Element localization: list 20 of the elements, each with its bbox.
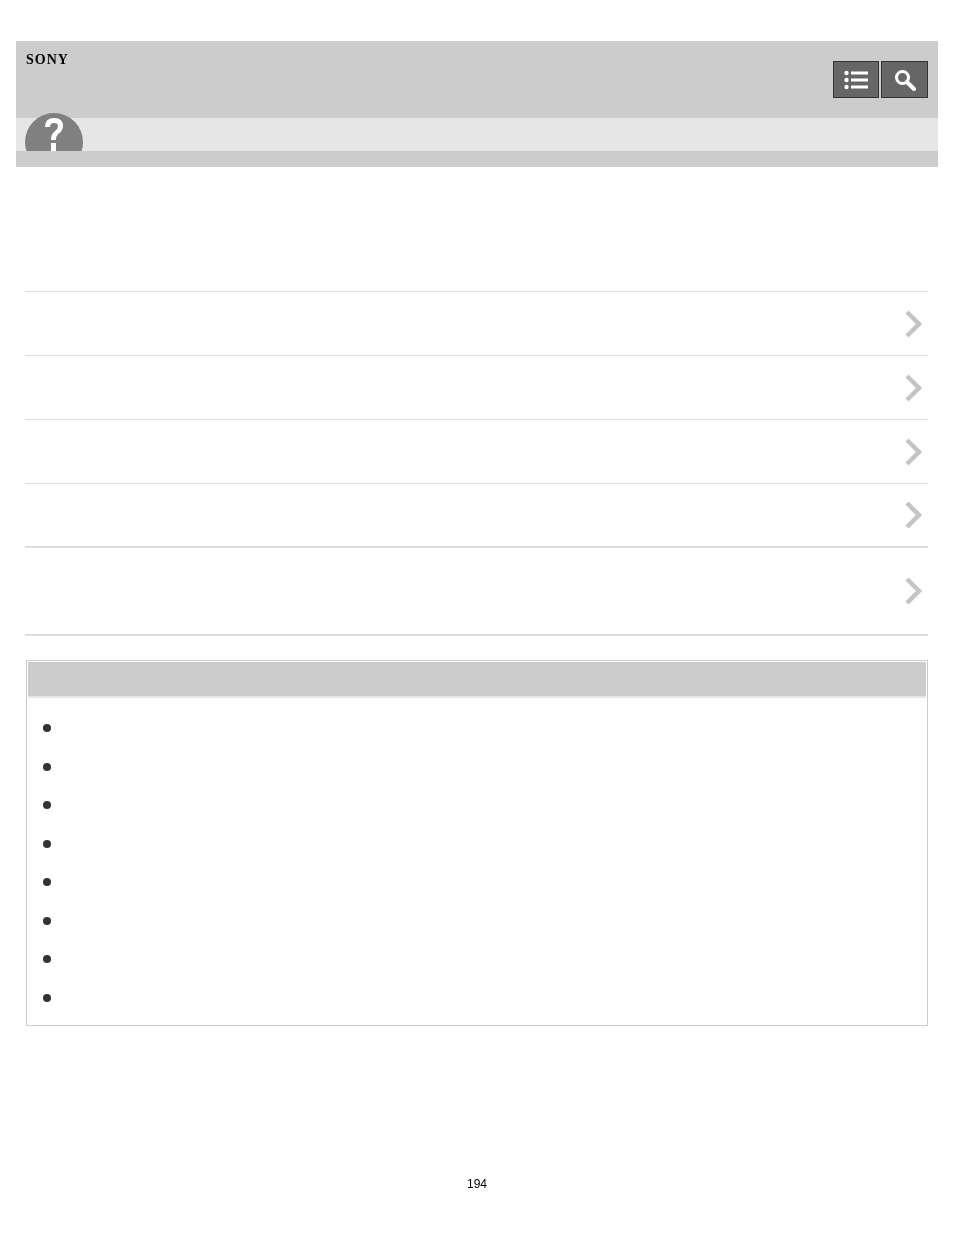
list-icon	[844, 69, 868, 90]
bullet-icon	[43, 762, 51, 771]
bullet-icon	[43, 724, 51, 733]
bullet-icon	[43, 993, 51, 1002]
chevron-right-icon[interactable]	[904, 436, 924, 467]
page-number: 194	[467, 1177, 487, 1191]
bullet-icon	[43, 955, 51, 964]
help-icon	[25, 113, 83, 151]
bullet-icon	[43, 916, 51, 925]
bullet-icon	[43, 878, 51, 887]
search-icon	[893, 68, 916, 91]
chevron-right-icon[interactable]	[904, 576, 924, 606]
chevron-right-icon[interactable]	[904, 308, 924, 339]
chevron-right-icon[interactable]	[904, 500, 924, 530]
search-button[interactable]	[881, 61, 928, 98]
bullet-icon	[43, 839, 51, 848]
menu-button[interactable]	[833, 61, 879, 98]
brand-logo: SONY	[26, 53, 69, 67]
bullet-icon	[43, 801, 51, 810]
chevron-right-icon[interactable]	[904, 372, 924, 403]
